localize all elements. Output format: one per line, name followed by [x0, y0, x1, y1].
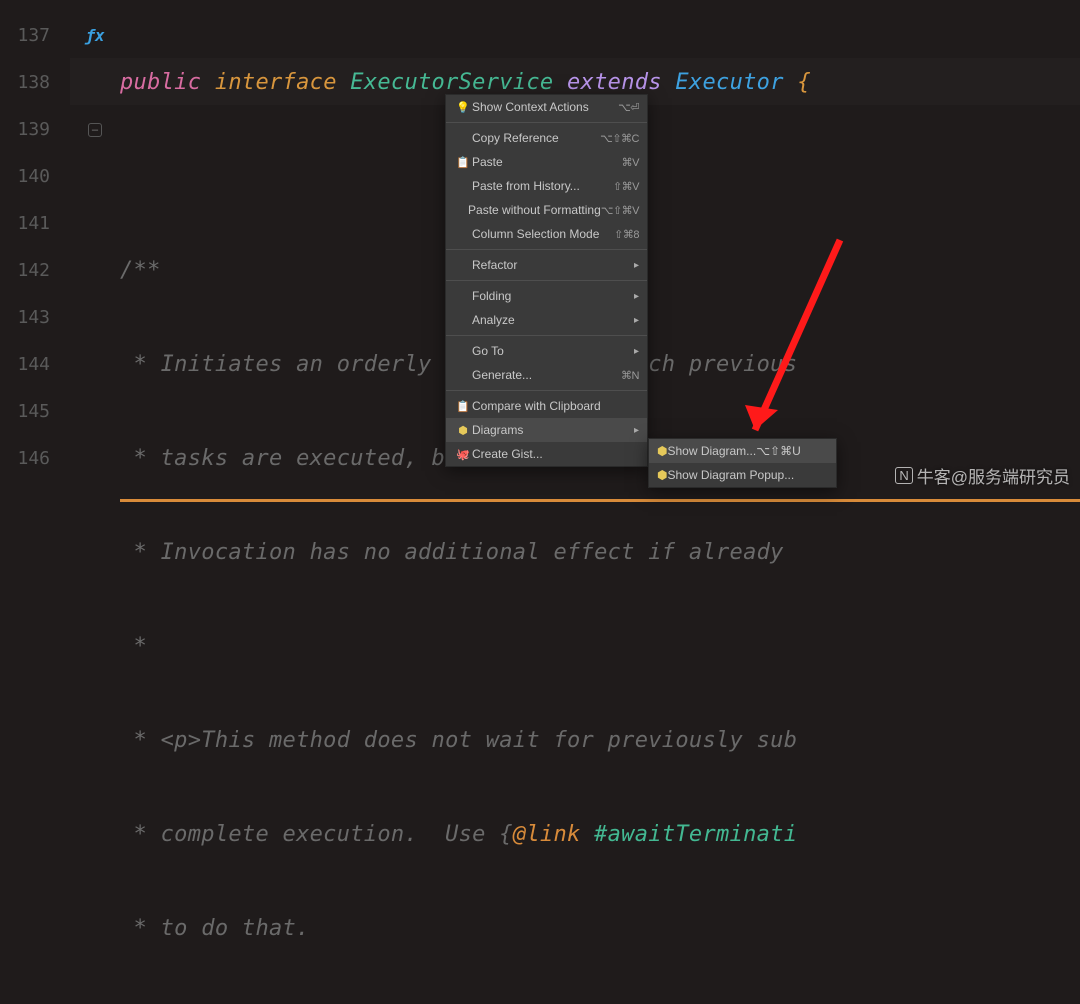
watermark-icon: N: [895, 467, 912, 484]
line-number: 138: [0, 59, 70, 106]
line-number-gutter: 137 138 139 140 141 142 143 144 145 146: [0, 0, 70, 502]
menu-label: Paste without Formatting: [468, 203, 601, 217]
diagram-icon: ⬢: [454, 424, 472, 437]
menu-label: Column Selection Mode: [472, 227, 614, 241]
menu-analyze[interactable]: Analyze ▸: [446, 308, 647, 332]
bulb-icon: 💡: [454, 101, 472, 114]
menu-label: Refactor: [472, 258, 628, 272]
menu-shortcut: ⌥⇧⌘C: [600, 132, 639, 145]
menu-label: Diagrams: [472, 423, 628, 437]
menu-diagrams[interactable]: ⬢ Diagrams ▸: [446, 418, 647, 442]
javadoc-line: * to do that.: [120, 916, 310, 941]
chevron-right-icon: ▸: [634, 425, 639, 436]
menu-separator: [446, 335, 647, 336]
menu-shortcut: ⌘V: [622, 156, 639, 169]
line-number: 140: [0, 153, 70, 200]
menu-shortcut: ⇧⌘8: [614, 228, 639, 241]
menu-shortcut: ⇧⌘V: [613, 180, 639, 193]
watermark: N 牛客@服务端研究员: [895, 463, 1070, 488]
line-number: 139: [0, 106, 70, 153]
menu-column-selection-mode[interactable]: Column Selection Mode ⇧⌘8: [446, 222, 647, 246]
javadoc-link-tag: @link: [513, 822, 581, 847]
menu-shortcut: ⌥⏎: [618, 101, 639, 114]
menu-label: Create Gist...: [472, 447, 639, 461]
clipboard-icon: 📋: [454, 400, 472, 413]
line-number: 141: [0, 200, 70, 247]
watermark-text: 牛客@服务端研究员: [917, 463, 1070, 488]
menu-show-context-actions[interactable]: 💡 Show Context Actions ⌥⏎: [446, 95, 647, 119]
menu-paste[interactable]: 📋 Paste ⌘V: [446, 150, 647, 174]
menu-label: Show Context Actions: [472, 100, 618, 114]
clipboard-icon: 📋: [454, 156, 472, 169]
menu-separator: [446, 122, 647, 123]
menu-shortcut: ⌘N: [621, 369, 639, 382]
function-icon: ƒx: [85, 26, 104, 45]
menu-folding[interactable]: Folding ▸: [446, 284, 647, 308]
chevron-right-icon: ▸: [634, 291, 639, 302]
menu-generate[interactable]: Generate... ⌘N: [446, 363, 647, 387]
fold-icon[interactable]: −: [88, 123, 102, 137]
menu-paste-without-formatting[interactable]: Paste without Formatting ⌥⇧⌘V: [446, 198, 647, 222]
menu-label: Show Diagram Popup...: [667, 468, 794, 482]
menu-separator: [446, 249, 647, 250]
submenu-show-diagram-popup[interactable]: ⬢ Show Diagram Popup...: [649, 463, 836, 487]
javadoc-link-ref: #awaitTerminati: [594, 822, 797, 847]
diagrams-submenu[interactable]: ⬢ Show Diagram... ⌥⇧⌘U ⬢ Show Diagram Po…: [648, 438, 837, 488]
line-number: 142: [0, 247, 70, 294]
javadoc-line: /**: [120, 258, 161, 283]
submenu-show-diagram[interactable]: ⬢ Show Diagram... ⌥⇧⌘U: [649, 439, 836, 463]
chevron-right-icon: ▸: [634, 346, 639, 357]
diagram-icon: ⬢: [657, 444, 667, 458]
line-number: 137: [0, 12, 70, 59]
menu-separator: [446, 390, 647, 391]
chevron-right-icon: ▸: [634, 260, 639, 271]
line-number: 144: [0, 341, 70, 388]
javadoc-line: *: [120, 634, 147, 659]
diagram-icon: ⬢: [657, 468, 667, 482]
menu-copy-reference[interactable]: Copy Reference ⌥⇧⌘C: [446, 126, 647, 150]
menu-paste-history[interactable]: Paste from History... ⇧⌘V: [446, 174, 647, 198]
menu-go-to[interactable]: Go To ▸: [446, 339, 647, 363]
menu-label: Show Diagram...: [667, 444, 756, 458]
chevron-right-icon: ▸: [634, 315, 639, 326]
line-number: 145: [0, 388, 70, 435]
menu-label: Compare with Clipboard: [472, 399, 639, 413]
menu-label: Analyze: [472, 313, 628, 327]
line-number: 146: [0, 435, 70, 482]
menu-compare-with-clipboard[interactable]: 📋 Compare with Clipboard: [446, 394, 647, 418]
menu-label: Go To: [472, 344, 628, 358]
menu-separator: [446, 280, 647, 281]
menu-label: Paste from History...: [472, 179, 613, 193]
menu-refactor[interactable]: Refactor ▸: [446, 253, 647, 277]
line-number: 143: [0, 294, 70, 341]
javadoc-line: * complete execution. Use: [120, 822, 499, 847]
javadoc-line: * <p>This method does not wait for previ…: [120, 728, 797, 753]
javadoc-line: * Invocation has no additional effect if…: [120, 540, 797, 565]
menu-create-gist[interactable]: 🐙 Create Gist...: [446, 442, 647, 466]
menu-label: Generate...: [472, 368, 621, 382]
menu-shortcut: ⌥⇧⌘V: [601, 204, 639, 217]
menu-shortcut: ⌥⇧⌘U: [756, 444, 801, 458]
context-menu[interactable]: 💡 Show Context Actions ⌥⏎ Copy Reference…: [445, 94, 648, 467]
github-icon: 🐙: [454, 448, 472, 461]
menu-label: Folding: [472, 289, 628, 303]
menu-label: Paste: [472, 155, 622, 169]
menu-label: Copy Reference: [472, 131, 600, 145]
